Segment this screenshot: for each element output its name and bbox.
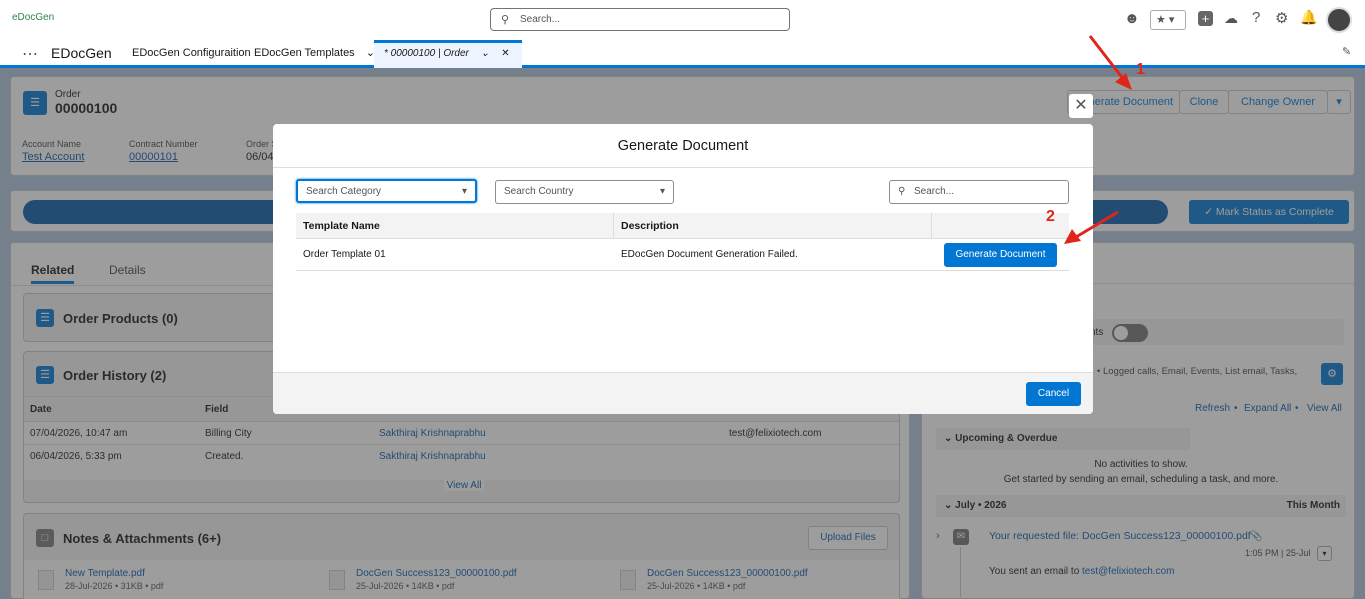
annotation-arrows: [1064, 35, 1132, 244]
annotation-number-2: 2: [1046, 208, 1055, 225]
annotation-number-1: 1: [1136, 61, 1145, 78]
annotation-arrow-1: [1088, 35, 1126, 81]
annotation-arrow-2: [1075, 210, 1119, 239]
